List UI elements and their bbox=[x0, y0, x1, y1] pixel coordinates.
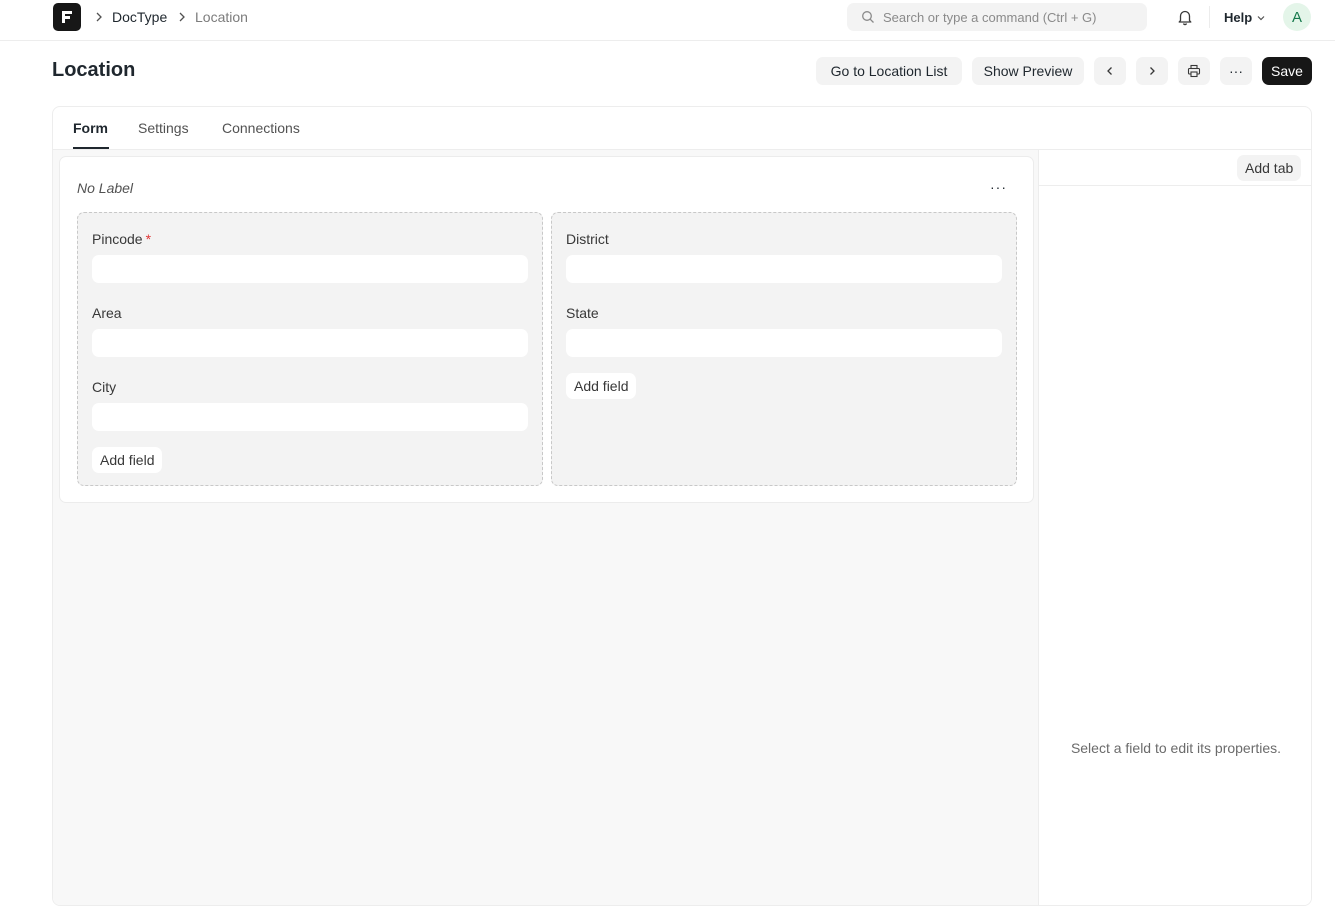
area-field[interactable] bbox=[92, 329, 528, 357]
chevron-right-icon bbox=[1150, 67, 1155, 75]
printer-icon bbox=[1187, 64, 1201, 78]
section-label[interactable]: No Label bbox=[77, 180, 133, 196]
breadcrumb-location[interactable]: Location bbox=[195, 9, 248, 25]
active-tab-indicator bbox=[73, 147, 109, 149]
tab-form[interactable]: Form bbox=[73, 120, 108, 136]
navbar-divider bbox=[1209, 6, 1210, 28]
form-column[interactable]: District State Add field bbox=[551, 212, 1017, 486]
field-label-city[interactable]: City bbox=[92, 379, 116, 395]
field-label-area[interactable]: Area bbox=[92, 305, 122, 321]
chevron-down-icon bbox=[1257, 15, 1265, 20]
required-mark: * bbox=[145, 231, 152, 247]
district-field[interactable] bbox=[566, 255, 1002, 283]
breadcrumb-doctype[interactable]: DocType bbox=[112, 9, 167, 25]
help-label: Help bbox=[1224, 10, 1253, 25]
field-label-text: Pincode bbox=[92, 231, 143, 247]
sidebar-toolbar: Add tab bbox=[1039, 150, 1311, 186]
field-label-district[interactable]: District bbox=[566, 231, 609, 247]
search-bar[interactable]: Search or type a command (Ctrl + G) bbox=[847, 3, 1147, 31]
section-more-button[interactable]: ··· bbox=[990, 179, 1007, 195]
add-tab-button[interactable]: Add tab bbox=[1237, 155, 1302, 181]
field-label-pincode[interactable]: Pincode * bbox=[92, 231, 151, 247]
form-builder-card: Form Settings Connections No Label ··· P… bbox=[52, 106, 1312, 906]
form-column[interactable]: Pincode * Area City Add field bbox=[77, 212, 543, 486]
navbar: DocType Location Search or type a comman… bbox=[0, 0, 1335, 41]
tab-bar: Form Settings Connections bbox=[53, 107, 1311, 150]
bell-icon[interactable] bbox=[1176, 8, 1194, 26]
page-title: Location bbox=[52, 59, 136, 81]
state-field[interactable] bbox=[566, 329, 1002, 357]
sidebar-hint: Select a field to edit its properties. bbox=[1070, 740, 1282, 756]
search-icon bbox=[862, 11, 874, 23]
save-button[interactable]: Save bbox=[1262, 57, 1312, 85]
breadcrumb-chevron-icon bbox=[179, 12, 185, 22]
tab-connections[interactable]: Connections bbox=[222, 120, 300, 136]
show-preview-button[interactable]: Show Preview bbox=[972, 57, 1084, 85]
next-record-button[interactable] bbox=[1136, 57, 1168, 85]
tab-settings[interactable]: Settings bbox=[138, 120, 189, 136]
search-placeholder: Search or type a command (Ctrl + G) bbox=[883, 9, 1097, 25]
add-field-button[interactable]: Add field bbox=[92, 447, 163, 473]
breadcrumb-chevron-icon bbox=[96, 12, 102, 22]
form-canvas: No Label ··· Pincode * Area City Add fiel… bbox=[53, 150, 1039, 905]
more-actions-button[interactable]: ··· bbox=[1220, 57, 1252, 85]
print-button[interactable] bbox=[1178, 57, 1210, 85]
previous-record-button[interactable] bbox=[1094, 57, 1126, 85]
chevron-left-icon bbox=[1107, 67, 1112, 75]
frappe-logo-icon[interactable] bbox=[53, 3, 81, 31]
properties-sidebar: Add tab Select a field to edit its prope… bbox=[1039, 150, 1311, 905]
form-section[interactable]: No Label ··· Pincode * Area City Add fiel… bbox=[59, 156, 1034, 503]
help-dropdown[interactable]: Help bbox=[1224, 10, 1266, 25]
add-field-button[interactable]: Add field bbox=[566, 373, 637, 399]
avatar[interactable]: A bbox=[1283, 3, 1311, 31]
field-label-state[interactable]: State bbox=[566, 305, 599, 321]
go-to-list-button[interactable]: Go to Location List bbox=[816, 57, 962, 85]
pincode-field[interactable] bbox=[92, 255, 528, 283]
city-field[interactable] bbox=[92, 403, 528, 431]
